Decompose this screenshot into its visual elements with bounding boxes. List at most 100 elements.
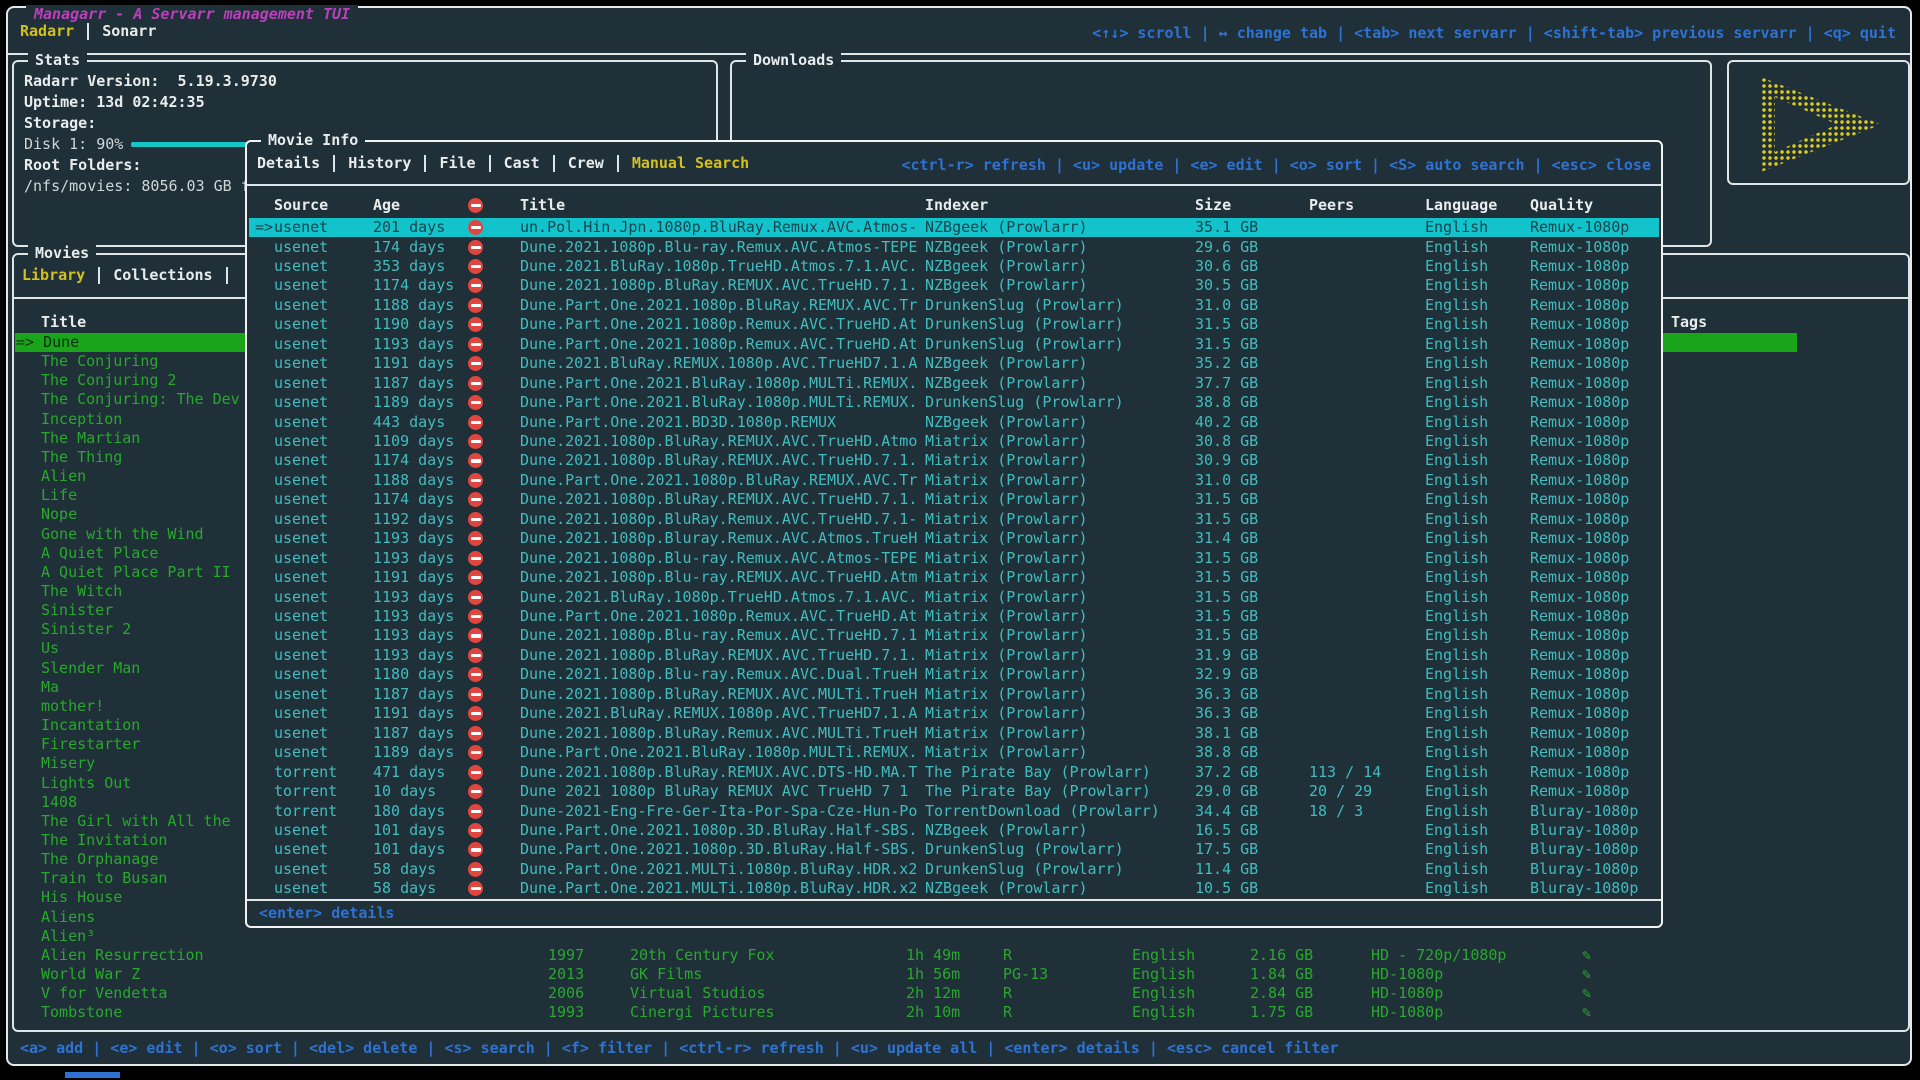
list-item[interactable]: The Conjuring 2 — [41, 371, 176, 390]
release-row[interactable]: usenet1191 daysDune.2021.BluRay.REMUX.10… — [249, 704, 1659, 723]
release-row[interactable]: usenet1188 daysDune.Part.One.2021.1080p.… — [249, 296, 1659, 315]
release-row[interactable]: usenet1193 daysDune.2021.1080p.Blu-ray.R… — [249, 626, 1659, 645]
cell-age: 1191 days — [373, 568, 454, 587]
modal-tab-history[interactable]: History — [348, 154, 411, 173]
release-row[interactable]: usenet1190 daysDune.Part.One.2021.1080p.… — [249, 315, 1659, 334]
release-row[interactable]: usenet101 daysDune.Part.One.2021.1080p.3… — [249, 821, 1659, 840]
movie-table-row[interactable]: 2006Virtual Studios2h 12mREnglish2.84 GB… — [14, 984, 1796, 1003]
release-row[interactable]: usenet1193 daysDune.2021.1080p.Bluray.Re… — [249, 529, 1659, 548]
release-row[interactable]: usenet1189 daysDune.Part.One.2021.BluRay… — [249, 743, 1659, 762]
release-row[interactable]: torrent10 daysDune 2021 1080p BluRay REM… — [249, 782, 1659, 801]
release-row[interactable]: torrent471 daysDune.2021.1080p.BluRay.RE… — [249, 763, 1659, 782]
col-source[interactable]: Source — [274, 196, 328, 215]
col-title[interactable]: Title — [520, 196, 565, 215]
list-item[interactable]: A Quiet Place — [41, 544, 158, 563]
list-item[interactable]: Lights Out — [41, 774, 131, 793]
cell-size: 36.3 GB — [1195, 685, 1258, 704]
modal-tab-details[interactable]: Details — [257, 154, 320, 173]
list-item[interactable]: Nope — [41, 505, 77, 524]
release-row[interactable]: usenet1193 daysDune.2021.1080p.BluRay.RE… — [249, 646, 1659, 665]
cell-age: 101 days — [373, 840, 445, 859]
tab-library[interactable]: Library — [22, 266, 85, 285]
release-row[interactable]: usenet1188 daysDune.Part.One.2021.1080p.… — [249, 471, 1659, 490]
release-row[interactable]: usenet353 daysDune.2021.BluRay.1080p.Tru… — [249, 257, 1659, 276]
list-item[interactable]: His House — [41, 888, 122, 907]
list-item[interactable]: Life — [41, 486, 77, 505]
col-size[interactable]: Size — [1195, 196, 1231, 215]
list-item[interactable]: Inception — [41, 410, 122, 429]
list-item[interactable]: The Martian — [41, 429, 140, 448]
release-row[interactable]: usenet1174 daysDune.2021.1080p.BluRay.RE… — [249, 276, 1659, 295]
movie-table-row[interactable]: 2013GK Films1h 56mPG-13English1.84 GBHD-… — [14, 965, 1796, 984]
release-row[interactable]: usenet1174 daysDune.2021.1080p.BluRay.RE… — [249, 490, 1659, 509]
release-row[interactable]: =>usenet201 daysun.Pol.Hin.Jpn.1080p.Blu… — [249, 218, 1659, 237]
list-item[interactable]: Sinister — [41, 601, 113, 620]
list-item[interactable]: The Thing — [41, 448, 122, 467]
list-item[interactable]: 1408 — [41, 793, 77, 812]
list-item[interactable]: Us — [41, 639, 59, 658]
release-row[interactable]: usenet1174 daysDune.2021.1080p.BluRay.RE… — [249, 451, 1659, 470]
release-row[interactable]: usenet1180 daysDune.2021.1080p.Blu-ray.R… — [249, 665, 1659, 684]
list-item[interactable]: Gone with the Wind — [41, 525, 204, 544]
cell-source: usenet — [274, 335, 328, 354]
release-row[interactable]: usenet101 daysDune.Part.One.2021.1080p.3… — [249, 840, 1659, 859]
list-item[interactable]: mother! — [41, 697, 104, 716]
release-row[interactable]: usenet443 daysDune.Part.One.2021.BD3D.10… — [249, 413, 1659, 432]
release-row[interactable]: usenet1109 daysDune.2021.1080p.BluRay.RE… — [249, 432, 1659, 451]
modal-tab-file[interactable]: File — [439, 154, 475, 173]
list-item[interactable]: Firestarter — [41, 735, 140, 754]
release-row[interactable]: usenet1193 daysDune.Part.One.2021.1080p.… — [249, 335, 1659, 354]
movie-table-row[interactable]: 1993Cinergi Pictures2h 10mREnglish1.75 G… — [14, 1003, 1796, 1022]
release-row[interactable]: usenet1191 daysDune.2021.1080p.Blu-ray.R… — [249, 568, 1659, 587]
release-row[interactable]: usenet1191 daysDune.2021.BluRay.REMUX.10… — [249, 354, 1659, 373]
modal-tab-cast[interactable]: Cast — [504, 154, 540, 173]
list-item[interactable]: The Girl with All the — [41, 812, 231, 831]
col-peers[interactable]: Peers — [1309, 196, 1354, 215]
release-row[interactable]: usenet1193 daysDune.2021.BluRay.1080p.Tr… — [249, 588, 1659, 607]
list-item[interactable]: Aliens — [41, 908, 95, 927]
cell-indexer: Miatrix (Prowlarr) — [925, 665, 1088, 684]
col-quality[interactable]: Quality — [1530, 196, 1593, 215]
release-row[interactable]: usenet1187 daysDune.2021.1080p.BluRay.RE… — [249, 685, 1659, 704]
list-item[interactable]: The Invitation — [41, 831, 167, 850]
release-row[interactable]: usenet1187 daysDune.2021.1080p.BluRay.Re… — [249, 724, 1659, 743]
cell-title: Dune.Part.One.2021.BD3D.1080p.REMUX — [520, 413, 836, 432]
col-language[interactable]: Language — [1425, 196, 1497, 215]
cell-source: usenet — [274, 490, 328, 509]
list-item[interactable]: Sinister 2 — [41, 620, 131, 639]
release-row[interactable]: usenet1193 daysDune.2021.1080p.Blu-ray.R… — [249, 549, 1659, 568]
release-row[interactable]: usenet1189 daysDune.Part.One.2021.BluRay… — [249, 393, 1659, 412]
list-item[interactable]: Misery — [41, 754, 95, 773]
release-row[interactable]: torrent180 daysDune-2021-Eng-Fre-Ger-Ita… — [249, 802, 1659, 821]
list-item[interactable]: The Conjuring: The Dev — [41, 390, 240, 409]
tab-radarr[interactable]: Radarr — [20, 22, 74, 41]
tab-collections[interactable]: Collections — [113, 266, 212, 285]
col-rejected-icon[interactable] — [468, 198, 483, 213]
release-row[interactable]: usenet58 daysDune.Part.One.2021.MULTi.10… — [249, 860, 1659, 879]
modal-tab-manual-search[interactable]: Manual Search — [632, 154, 749, 173]
list-item[interactable]: Alien — [41, 467, 86, 486]
list-item[interactable]: A Quiet Place Part II — [41, 563, 231, 582]
cell-indexer: NZBgeek (Prowlarr) — [925, 354, 1088, 373]
list-item[interactable]: Alien³ — [41, 927, 95, 946]
list-item[interactable]: Ma — [41, 678, 59, 697]
cell-quality: Remux-1080p — [1530, 724, 1629, 743]
release-row[interactable]: usenet1192 daysDune.2021.1080p.BluRay.Re… — [249, 510, 1659, 529]
list-item[interactable]: The Orphanage — [41, 850, 158, 869]
release-row[interactable]: usenet58 daysDune.Part.One.2021.MULTi.10… — [249, 879, 1659, 898]
list-item[interactable]: The Conjuring — [41, 352, 158, 371]
release-row[interactable]: usenet1193 daysDune.Part.One.2021.1080p.… — [249, 607, 1659, 626]
modal-tab-crew[interactable]: Crew — [568, 154, 604, 173]
list-item[interactable]: Train to Busan — [41, 869, 167, 888]
list-item[interactable]: Incantation — [41, 716, 140, 735]
col-age[interactable]: Age — [373, 196, 400, 215]
release-row[interactable]: usenet1187 daysDune.Part.One.2021.BluRay… — [249, 374, 1659, 393]
release-row[interactable]: usenet174 daysDune.2021.1080p.Blu-ray.Re… — [249, 238, 1659, 257]
col-indexer[interactable]: Indexer — [925, 196, 988, 215]
movie-table-row[interactable]: 199720th Century Fox1h 49mREnglish2.16 G… — [14, 946, 1796, 965]
cell-indexer: Miatrix (Prowlarr) — [925, 529, 1088, 548]
list-item[interactable]: Slender Man — [41, 659, 140, 678]
tab-sonarr[interactable]: Sonarr — [102, 22, 156, 41]
list-item[interactable]: The Witch — [41, 582, 122, 601]
root-folder-path: /nfs/movies: 8056.03 GB f — [24, 177, 250, 196]
